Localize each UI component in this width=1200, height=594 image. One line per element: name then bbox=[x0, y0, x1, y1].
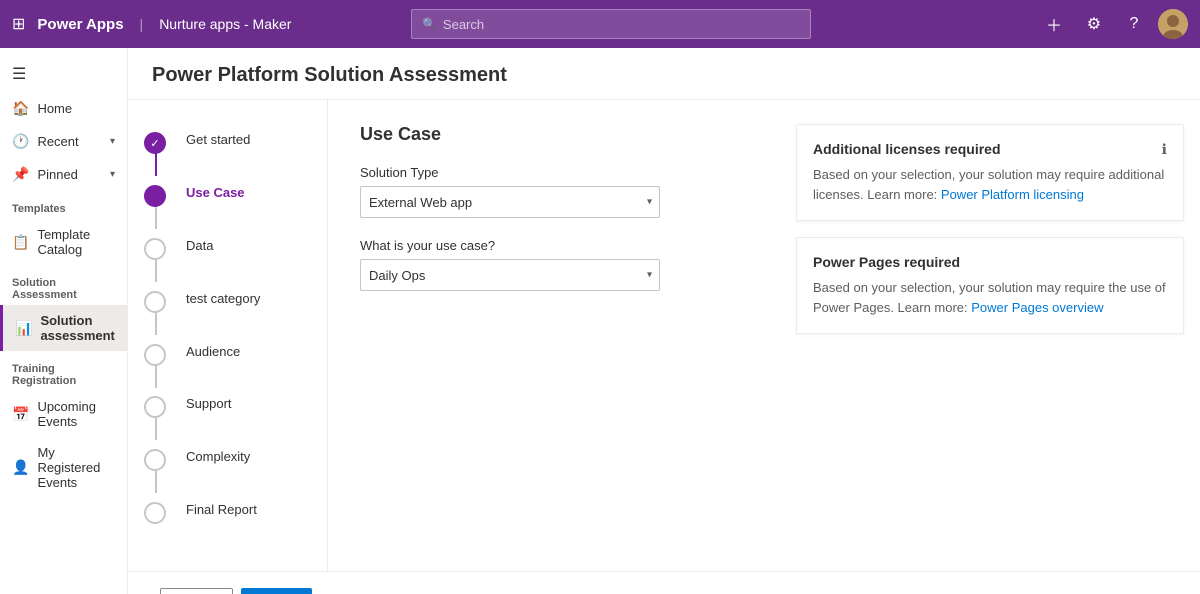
info-card-licenses-link[interactable]: Power Platform licensing bbox=[941, 187, 1084, 202]
sidebar-item-recent-label: Recent bbox=[37, 134, 78, 149]
step-label-get-started: Get started bbox=[186, 124, 250, 149]
page-header: Power Platform Solution Assessment bbox=[128, 48, 1200, 100]
checkmark-icon: ✓ bbox=[150, 137, 159, 150]
upcoming-events-icon: 📅 bbox=[12, 406, 29, 423]
use-case-field: What is your use case? Daily Ops Custome… bbox=[360, 238, 748, 291]
content-area: ✓ Get started Use Case bbox=[128, 100, 1200, 571]
main-content: Power Platform Solution Assessment ✓ Get… bbox=[128, 48, 1200, 594]
step-circle-support bbox=[144, 396, 166, 418]
sidebar-item-solution-assessment[interactable]: 📊 Solution assessment bbox=[0, 305, 127, 351]
grid-icon[interactable]: ⊞ bbox=[12, 14, 25, 34]
help-button[interactable]: ? bbox=[1118, 8, 1150, 40]
step-circle-test-category bbox=[144, 291, 166, 313]
step-label-use-case: Use Case bbox=[186, 177, 245, 202]
step-item-use-case: Use Case bbox=[144, 177, 311, 230]
step-label-complexity: Complexity bbox=[186, 441, 250, 466]
use-case-label: What is your use case? bbox=[360, 238, 748, 253]
home-icon: 🏠 bbox=[12, 100, 29, 117]
sidebar-item-template-catalog[interactable]: 📋 Template Catalog bbox=[0, 219, 127, 265]
steps-panel: ✓ Get started Use Case bbox=[128, 100, 328, 571]
info-panel: Additional licenses required ℹ Based on … bbox=[780, 100, 1200, 571]
step-item-get-started: ✓ Get started bbox=[144, 124, 311, 177]
next-button[interactable]: Next bbox=[241, 588, 312, 594]
info-card-licenses-title: Additional licenses required bbox=[813, 141, 1001, 157]
search-input[interactable] bbox=[443, 17, 800, 32]
app-body: ☰ 🏠 Home 🕐 Recent ▾ 📌 Pinned ▾ Templates… bbox=[0, 48, 1200, 594]
step-circle-data bbox=[144, 238, 166, 260]
info-card-power-pages-link[interactable]: Power Pages overview bbox=[971, 300, 1103, 315]
step-label-test-category: test category bbox=[186, 283, 260, 308]
solution-type-label: Solution Type bbox=[360, 165, 748, 180]
templates-section-header: Templates bbox=[0, 191, 127, 219]
sidebar-item-pinned[interactable]: 📌 Pinned ▾ bbox=[0, 158, 127, 191]
sidebar-item-registered-events-label: My Registered Events bbox=[37, 445, 115, 490]
search-bar: 🔍 bbox=[411, 9, 811, 39]
add-button[interactable]: ＋ bbox=[1038, 8, 1070, 40]
solution-assessment-section-header: Solution Assessment bbox=[0, 265, 127, 305]
sidebar-item-recent[interactable]: 🕐 Recent ▾ bbox=[0, 125, 127, 158]
use-case-select[interactable]: Daily Ops Customer Engagement Field Serv… bbox=[360, 259, 660, 291]
step-circle-complexity bbox=[144, 449, 166, 471]
info-card-licenses-text: Based on your selection, your solution m… bbox=[813, 165, 1167, 204]
step-label-data: Data bbox=[186, 230, 213, 255]
recent-chevron-icon: ▾ bbox=[110, 136, 115, 147]
step-circle-get-started: ✓ bbox=[144, 132, 166, 154]
solution-type-wrapper: External Web app Internal App Portal Aut… bbox=[360, 186, 660, 218]
step-item-complexity: Complexity bbox=[144, 441, 311, 494]
nav-divider: | bbox=[140, 16, 144, 32]
recent-icon: 🕐 bbox=[12, 133, 29, 150]
step-item-support: Support bbox=[144, 388, 311, 441]
sidebar-item-solution-assessment-label: Solution assessment bbox=[40, 313, 115, 343]
sidebar-item-upcoming-events-label: Upcoming Events bbox=[37, 399, 115, 429]
step-circle-final-report bbox=[144, 502, 166, 524]
avatar[interactable] bbox=[1158, 9, 1188, 39]
registered-events-icon: 👤 bbox=[12, 459, 29, 476]
step-label-audience: Audience bbox=[186, 336, 240, 361]
use-case-wrapper: Daily Ops Customer Engagement Field Serv… bbox=[360, 259, 660, 291]
sidebar-item-pinned-label: Pinned bbox=[37, 167, 77, 182]
sidebar-item-home-label: Home bbox=[37, 101, 72, 116]
step-label-final-report: Final Report bbox=[186, 494, 257, 519]
step-item-final-report: Final Report bbox=[144, 494, 311, 547]
solution-type-select[interactable]: External Web app Internal App Portal Aut… bbox=[360, 186, 660, 218]
info-card-licenses-icon: ℹ bbox=[1162, 141, 1167, 158]
training-section-header: Training Registration bbox=[0, 351, 127, 391]
page-title: Power Platform Solution Assessment bbox=[152, 64, 1176, 87]
catalog-icon: 📋 bbox=[12, 234, 29, 251]
info-card-licenses: Additional licenses required ℹ Based on … bbox=[796, 124, 1184, 221]
back-button[interactable]: Back bbox=[160, 588, 233, 594]
brand-name: Power Apps bbox=[37, 16, 123, 33]
pinned-chevron-icon: ▾ bbox=[110, 169, 115, 180]
sidebar-item-upcoming-events[interactable]: 📅 Upcoming Events bbox=[0, 391, 127, 437]
search-icon: 🔍 bbox=[422, 17, 437, 31]
top-navigation: ⊞ Power Apps | Nurture apps - Maker 🔍 ＋ … bbox=[0, 0, 1200, 48]
sidebar-item-home[interactable]: 🏠 Home bbox=[0, 92, 127, 125]
app-name: Nurture apps - Maker bbox=[159, 16, 291, 32]
sidebar: ☰ 🏠 Home 🕐 Recent ▾ 📌 Pinned ▾ Templates… bbox=[0, 48, 128, 594]
info-card-power-pages: Power Pages required Based on your selec… bbox=[796, 237, 1184, 334]
step-item-audience: Audience bbox=[144, 336, 311, 389]
sidebar-item-registered-events[interactable]: 👤 My Registered Events bbox=[0, 437, 127, 498]
pinned-icon: 📌 bbox=[12, 166, 29, 183]
step-label-support: Support bbox=[186, 388, 232, 413]
step-item-data: Data bbox=[144, 230, 311, 283]
footer-actions: Back Next bbox=[128, 571, 1200, 594]
info-card-power-pages-text: Based on your selection, your solution m… bbox=[813, 278, 1167, 317]
sidebar-item-template-catalog-label: Template Catalog bbox=[37, 227, 115, 257]
form-panel: Use Case Solution Type External Web app … bbox=[328, 100, 780, 571]
hamburger-menu[interactable]: ☰ bbox=[0, 56, 127, 92]
solution-assessment-icon: 📊 bbox=[15, 320, 32, 337]
solution-type-field: Solution Type External Web app Internal … bbox=[360, 165, 748, 218]
step-circle-use-case bbox=[144, 185, 166, 207]
step-item-test-category: test category bbox=[144, 283, 311, 336]
info-card-power-pages-title: Power Pages required bbox=[813, 254, 1167, 270]
nav-actions: ＋ ⚙ ? bbox=[1038, 8, 1188, 40]
form-section-title: Use Case bbox=[360, 124, 748, 145]
settings-button[interactable]: ⚙ bbox=[1078, 8, 1110, 40]
step-circle-audience bbox=[144, 344, 166, 366]
